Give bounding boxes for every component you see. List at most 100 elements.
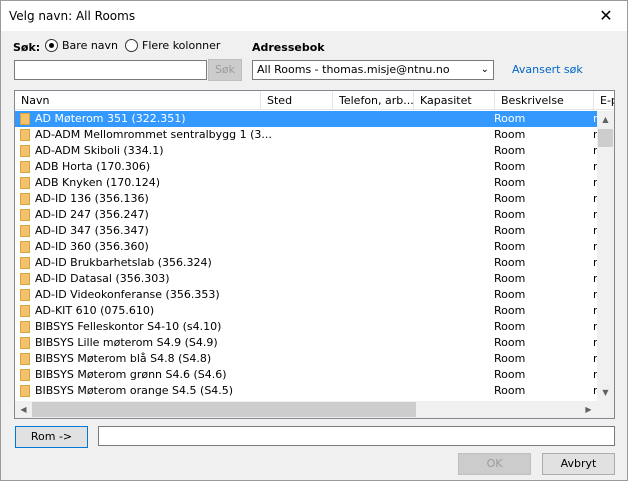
table-row[interactable]: AD-ID 247 (356.247) Room r	[15, 207, 598, 223]
address-list[interactable]: Navn Sted Telefon, arb... Kapasitet Besk…	[14, 90, 615, 419]
room-icon	[20, 337, 30, 349]
room-description: Room	[494, 192, 526, 205]
column-header-row: Navn Sted Telefon, arb... Kapasitet Besk…	[15, 91, 614, 110]
table-row[interactable]: AD-ID 360 (356.360) Room r	[15, 239, 598, 255]
room-name: ADB Knyken (170.124)	[35, 176, 161, 189]
col-header-location[interactable]: Sted	[261, 91, 333, 110]
room-icon	[20, 161, 30, 173]
rom-field[interactable]	[98, 426, 615, 446]
horizontal-scroll-thumb[interactable]	[32, 402, 416, 417]
cancel-button[interactable]: Avbryt	[542, 453, 615, 475]
room-icon	[20, 225, 30, 237]
room-icon	[20, 145, 30, 157]
room-description: Room	[494, 224, 526, 237]
vertical-scrollbar[interactable]: ▲ ▼	[597, 111, 614, 401]
addressbook-select[interactable]: All Rooms - thomas.misje@ntnu.no ⌄	[252, 60, 494, 80]
room-name: AD Møterom 351 (322.351)	[35, 112, 186, 125]
title-bar: Velg navn: All Rooms ✕	[1, 1, 627, 31]
search-input[interactable]	[14, 60, 207, 80]
room-icon	[20, 193, 30, 205]
room-name: AD-ID Datasal (356.303)	[35, 272, 170, 285]
col-header-phone[interactable]: Telefon, arb...	[333, 91, 414, 110]
search-button[interactable]: Søk	[208, 59, 242, 81]
vertical-scroll-thumb[interactable]	[598, 129, 613, 147]
col-header-capacity[interactable]: Kapasitet	[414, 91, 495, 110]
select-names-dialog: Velg navn: All Rooms ✕ Søk: Bare navn Fl…	[0, 0, 628, 481]
table-row[interactable]: AD-KIT 610 (075.610) Room r	[15, 303, 598, 319]
close-icon[interactable]: ✕	[591, 3, 621, 29]
room-name: AD-ID 360 (356.360)	[35, 240, 149, 253]
room-description: Room	[494, 304, 526, 317]
table-row[interactable]: ADB Knyken (170.124) Room r	[15, 175, 598, 191]
room-icon	[20, 177, 30, 189]
radio-more-columns-label: Flere kolonner	[142, 39, 221, 52]
radio-dot	[125, 39, 138, 52]
scroll-down-icon[interactable]: ▼	[597, 384, 614, 401]
room-name: AD-ID 136 (356.136)	[35, 192, 149, 205]
room-icon	[20, 241, 30, 253]
room-name: AD-ADM Mellomrommet sentralbygg 1 (3...	[35, 128, 271, 141]
room-description: Room	[494, 208, 526, 221]
room-description: Room	[494, 144, 526, 157]
room-icon	[20, 113, 30, 125]
room-description: Room	[494, 272, 526, 285]
table-row[interactable]: BIBSYS Møterom grønn S4.6 (S4.6) Room r	[15, 367, 598, 383]
room-icon	[20, 289, 30, 301]
radio-name-only[interactable]: Bare navn	[45, 39, 118, 52]
room-description: Room	[494, 384, 526, 397]
room-description: Room	[494, 256, 526, 269]
room-icon	[20, 369, 30, 381]
rom-button[interactable]: Rom ->	[15, 426, 88, 448]
room-icon	[20, 209, 30, 221]
table-row[interactable]: AD-ADM Mellomrommet sentralbygg 1 (3... R…	[15, 127, 598, 143]
horizontal-scrollbar[interactable]: ◀ ▶	[15, 401, 597, 418]
table-row[interactable]: AD-ADM Skiboli (334.1) Room r	[15, 143, 598, 159]
col-header-name[interactable]: Navn	[15, 91, 261, 110]
scroll-up-icon[interactable]: ▲	[597, 111, 614, 128]
room-name: AD-ID Brukbarhetslab (356.324)	[35, 256, 212, 269]
room-description: Room	[494, 128, 526, 141]
room-description: Room	[494, 176, 526, 189]
radio-dot-selected	[45, 39, 58, 52]
col-header-description[interactable]: Beskrivelse	[495, 91, 594, 110]
table-row[interactable]: BIBSYS Møterom blå S4.8 (S4.8) Room r	[15, 351, 598, 367]
table-row[interactable]: BIBSYS Felleskontor S4-10 (s4.10) Room r	[15, 319, 598, 335]
table-row[interactable]: AD-ID Videokonferanse (356.353) Room r	[15, 287, 598, 303]
scroll-right-icon[interactable]: ▶	[580, 401, 597, 418]
room-name: BIBSYS Møterom grønn S4.6 (S4.6)	[35, 368, 227, 381]
scroll-left-icon[interactable]: ◀	[15, 401, 32, 418]
room-description: Room	[494, 352, 526, 365]
table-row[interactable]: AD-ID 347 (356.347) Room r	[15, 223, 598, 239]
room-name: BIBSYS Møterom blå S4.8 (S4.8)	[35, 352, 212, 365]
room-icon	[20, 129, 30, 141]
advanced-search-link[interactable]: Avansert søk	[512, 63, 583, 76]
table-row[interactable]: BIBSYS Lille møterom S4.9 (S4.9) Room r	[15, 335, 598, 351]
radio-more-columns[interactable]: Flere kolonner	[125, 39, 220, 52]
table-row[interactable]: BIBSYS Møterom orange S4.5 (S4.5) Room r	[15, 383, 598, 399]
radio-name-only-label: Bare navn	[62, 39, 119, 52]
room-icon	[20, 321, 30, 333]
table-row[interactable]: ADB Horta (170.306) Room r	[15, 159, 598, 175]
table-row[interactable]: AD-ID Brukbarhetslab (356.324) Room r	[15, 255, 598, 271]
scrollbar-corner	[597, 401, 614, 418]
room-name: BIBSYS Lille møterom S4.9 (S4.9)	[35, 336, 218, 349]
window-title: Velg navn: All Rooms	[9, 9, 136, 23]
addressbook-selected: All Rooms - thomas.misje@ntnu.no	[257, 63, 450, 76]
room-description: Room	[494, 240, 526, 253]
room-name: AD-ID Videokonferanse (356.353)	[35, 288, 220, 301]
room-description: Room	[494, 368, 526, 381]
room-icon	[20, 353, 30, 365]
room-name: BIBSYS Felleskontor S4-10 (s4.10)	[35, 320, 222, 333]
table-row[interactable]: AD-ID 136 (356.136) Room r	[15, 191, 598, 207]
addressbook-label: Adressebok	[252, 41, 325, 54]
room-description: Room	[494, 320, 526, 333]
room-description: Room	[494, 160, 526, 173]
col-header-email[interactable]: E-p	[594, 91, 614, 110]
table-row[interactable]: AD Møterom 351 (322.351) Room r	[15, 111, 598, 127]
chevron-down-icon: ⌄	[480, 64, 489, 75]
table-row[interactable]: AD-ID Datasal (356.303) Room r	[15, 271, 598, 287]
room-description: Room	[494, 336, 526, 349]
ok-button[interactable]: OK	[458, 453, 531, 475]
room-icon	[20, 273, 30, 285]
room-description: Room	[494, 288, 526, 301]
